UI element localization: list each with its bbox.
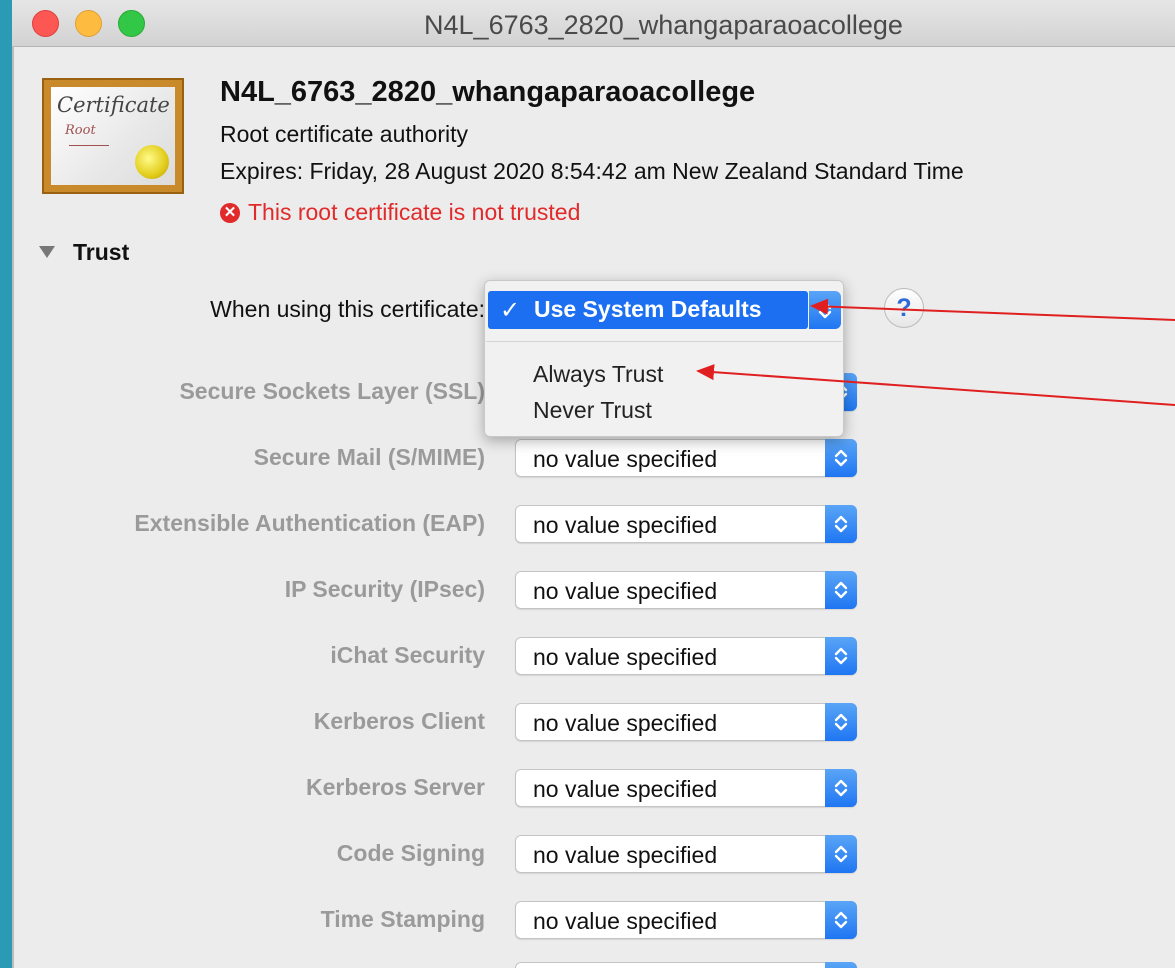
- title-bar: N4L_6763_2820_whangaparaoacollege: [12, 0, 1175, 47]
- kerberos-client-value: no value specified: [533, 710, 718, 736]
- ichat-select[interactable]: no value specified: [515, 637, 857, 675]
- stepper-icon[interactable]: [809, 291, 841, 329]
- code-signing-select[interactable]: no value specified: [515, 835, 857, 873]
- stepper-icon: [825, 962, 857, 968]
- smime-select[interactable]: no value specified: [515, 439, 857, 477]
- ichat-value: no value specified: [533, 644, 718, 670]
- ichat-label: iChat Security: [330, 642, 485, 668]
- trust-popup-menu[interactable]: ✓ Use System Defaults Always Trust Never…: [484, 280, 844, 437]
- stepper-icon: [825, 637, 857, 675]
- certificate-name: N4L_6763_2820_whangaparaoacollege: [220, 76, 756, 108]
- when-using-label: When using this certificate:: [210, 296, 485, 322]
- kerberos-server-value: no value specified: [533, 776, 718, 802]
- eap-select[interactable]: no value specified: [515, 505, 857, 543]
- next-row-select[interactable]: [515, 962, 857, 968]
- ssl-label: Secure Sockets Layer (SSL): [179, 378, 485, 404]
- menu-item-label: Use System Defaults: [534, 296, 762, 322]
- certificate-window: N4L_6763_2820_whangaparaoacollege Certif…: [12, 0, 1175, 968]
- code-signing-value: no value specified: [533, 842, 718, 868]
- seal-icon: [135, 145, 169, 179]
- kerberos-server-label: Kerberos Server: [306, 774, 485, 800]
- time-stamping-value: no value specified: [533, 908, 718, 934]
- menu-item-never-trust[interactable]: Never Trust: [533, 397, 652, 424]
- stepper-icon: [825, 901, 857, 939]
- certificate-expiry: Expires: Friday, 28 August 2020 8:54:42 …: [220, 158, 964, 184]
- menu-item-always-trust[interactable]: Always Trust: [533, 361, 663, 388]
- smime-value: no value specified: [533, 446, 718, 472]
- certificate-kind: Root certificate authority: [220, 121, 469, 147]
- certificate-icon: Certificate Root: [42, 78, 184, 194]
- menu-item-use-system-defaults[interactable]: ✓ Use System Defaults: [488, 291, 808, 329]
- trust-warning-text: This root certificate is not trusted: [248, 199, 581, 225]
- kerberos-server-select[interactable]: no value specified: [515, 769, 857, 807]
- kerberos-client-label: Kerberos Client: [313, 708, 485, 734]
- ipsec-label: IP Security (IPsec): [284, 576, 485, 602]
- stepper-icon: [825, 835, 857, 873]
- certificate-icon-subtext: Root: [65, 123, 96, 138]
- error-icon: ✕: [220, 202, 240, 223]
- window-edge: [12, 46, 14, 968]
- trust-warning: ✕ This root certificate is not trusted: [220, 199, 580, 226]
- stepper-icon: [825, 703, 857, 741]
- disclosure-triangle-icon[interactable]: [39, 246, 55, 258]
- ipsec-value: no value specified: [533, 578, 718, 604]
- stepper-icon: [825, 571, 857, 609]
- stepper-icon: [825, 505, 857, 543]
- help-icon[interactable]: ?: [884, 288, 924, 328]
- kerberos-client-select[interactable]: no value specified: [515, 703, 857, 741]
- checkmark-icon: ✓: [500, 297, 521, 324]
- trust-section-header[interactable]: Trust: [73, 239, 129, 266]
- menu-separator: [486, 341, 842, 342]
- ipsec-select[interactable]: no value specified: [515, 571, 857, 609]
- code-signing-label: Code Signing: [336, 840, 485, 866]
- window-title: N4L_6763_2820_whangaparaoacollege: [424, 10, 903, 40]
- time-stamping-label: Time Stamping: [320, 906, 485, 932]
- stepper-icon: [825, 439, 857, 477]
- smime-label: Secure Mail (S/MIME): [253, 444, 485, 470]
- eap-label: Extensible Authentication (EAP): [134, 510, 485, 536]
- eap-value: no value specified: [533, 512, 718, 538]
- time-stamping-select[interactable]: no value specified: [515, 901, 857, 939]
- stepper-icon: [825, 769, 857, 807]
- certificate-icon-text: Certificate: [57, 93, 170, 117]
